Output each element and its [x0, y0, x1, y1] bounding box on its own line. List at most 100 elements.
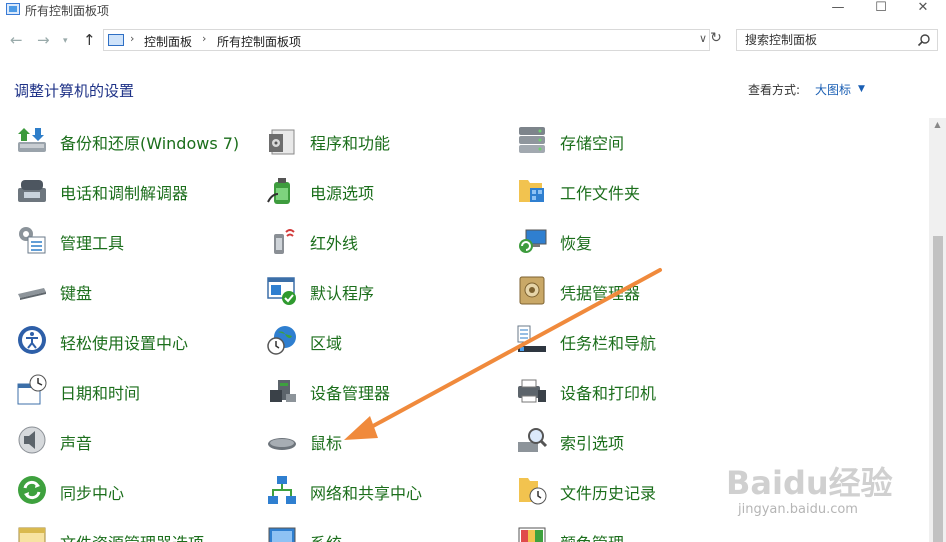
- item-date-time[interactable]: 日期和时间: [16, 370, 256, 410]
- item-file-history[interactable]: 文件历史记录: [516, 470, 756, 510]
- item-programs-features[interactable]: 程序和功能: [266, 120, 506, 160]
- file-history-icon: [519, 478, 547, 505]
- item-label: 恢复: [560, 234, 593, 253]
- vertical-scrollbar[interactable]: ▲: [929, 118, 946, 542]
- item-indexing-options[interactable]: 索引选项: [516, 420, 756, 460]
- item-color-management[interactable]: 颜色管理: [516, 520, 756, 542]
- item-work-folders[interactable]: 工作文件夹: [516, 170, 756, 210]
- scrollbar-thumb[interactable]: [933, 236, 943, 542]
- date-time-icon: [17, 374, 47, 405]
- sound-icon: [18, 426, 46, 454]
- item-recovery[interactable]: 恢复: [516, 220, 756, 260]
- watermark-logo-text: Baidu经验: [726, 464, 893, 502]
- item-label: 设备管理器: [310, 384, 391, 403]
- caret-down-icon[interactable]: ▼: [858, 84, 865, 94]
- item-label: 设备和打印机: [560, 384, 657, 403]
- address-bar[interactable]: › 控制面板 › 所有控制面板项 ∨: [103, 29, 710, 51]
- item-keyboard[interactable]: 键盘: [16, 270, 256, 310]
- chevron-down-icon[interactable]: ∨: [699, 32, 707, 45]
- credential-manager-icon: [519, 276, 545, 305]
- keyboard-icon: [18, 288, 46, 300]
- ease-of-access-icon: [18, 326, 46, 354]
- item-label: 程序和功能: [310, 134, 391, 153]
- back-arrow-icon[interactable]: ←: [10, 31, 23, 49]
- item-label: 同步中心: [60, 484, 125, 503]
- maximize-button[interactable]: ☐: [861, 0, 901, 20]
- chevron-right-icon[interactable]: ›: [130, 32, 134, 45]
- item-label: 日期和时间: [60, 384, 141, 403]
- recent-dropdown-icon[interactable]: ▾: [63, 36, 68, 46]
- item-device-manager[interactable]: 设备管理器: [266, 370, 506, 410]
- item-network-sharing[interactable]: 网络和共享中心: [266, 470, 506, 510]
- item-label: 颜色管理: [560, 530, 624, 542]
- backup-restore-icon: [18, 128, 46, 152]
- item-ease-of-access[interactable]: 轻松使用设置中心: [16, 320, 256, 360]
- item-sound[interactable]: 声音: [16, 420, 256, 460]
- item-label: 默认程序: [310, 284, 375, 303]
- scroll-up-icon[interactable]: ▲: [929, 120, 946, 129]
- work-folders-icon: [519, 180, 544, 202]
- item-label: 红外线: [310, 234, 359, 253]
- item-explorer-options[interactable]: 文件资源管理器选项: [16, 520, 256, 542]
- refresh-icon[interactable]: ↻: [707, 30, 725, 50]
- watermark-url: jingyan.baidu.com: [738, 502, 858, 517]
- minimize-button[interactable]: —: [818, 0, 858, 20]
- item-power-options[interactable]: 电源选项: [266, 170, 506, 210]
- admin-tools-icon: [19, 227, 46, 254]
- item-system[interactable]: 系统: [266, 520, 506, 542]
- window-title: 所有控制面板项: [25, 4, 110, 18]
- item-taskbar-navigation[interactable]: 任务栏和导航: [516, 320, 756, 360]
- item-label: 存储空间: [560, 134, 625, 153]
- control-panel-icon: [108, 34, 124, 46]
- item-devices-printers[interactable]: 设备和打印机: [516, 370, 756, 410]
- item-mouse[interactable]: 鼠标: [266, 420, 506, 460]
- item-phone-modem[interactable]: 电话和调制解调器: [16, 170, 256, 210]
- explorer-options-icon: [18, 527, 46, 542]
- control-panel-icon: [6, 3, 20, 15]
- item-label: 任务栏和导航: [560, 334, 657, 353]
- item-label: 文件历史记录: [560, 484, 657, 503]
- network-sharing-icon: [268, 476, 296, 504]
- item-credential-manager[interactable]: 凭据管理器: [516, 270, 756, 310]
- navigation-bar: ← → ▾ ↑ › 控制面板 › 所有控制面板项 ∨ ↻: [0, 28, 946, 54]
- breadcrumb-control-panel[interactable]: 控制面板: [144, 33, 192, 50]
- item-default-programs[interactable]: 默认程序: [266, 270, 506, 310]
- search-input[interactable]: [737, 30, 915, 50]
- item-label: 电话和调制解调器: [60, 184, 189, 203]
- breadcrumb-all-items[interactable]: 所有控制面板项: [217, 33, 301, 50]
- system-icon: [268, 527, 296, 542]
- infrared-icon: [274, 229, 295, 254]
- search-icon[interactable]: [917, 33, 931, 47]
- item-sync-center[interactable]: 同步中心: [16, 470, 256, 510]
- default-programs-icon: [267, 277, 296, 305]
- phone-modem-icon: [18, 180, 46, 202]
- item-label: 系统: [310, 530, 342, 542]
- search-box[interactable]: [736, 29, 938, 51]
- indexing-options-icon: [518, 428, 548, 452]
- chevron-right-icon[interactable]: ›: [202, 32, 206, 45]
- page-title: 调整计算机的设置: [14, 82, 135, 100]
- item-admin-tools[interactable]: 管理工具: [16, 220, 256, 260]
- baidu-watermark: Baidu经验 jingyan.baidu.com: [726, 458, 926, 528]
- mouse-icon: [268, 438, 296, 450]
- item-label: 工作文件夹: [560, 184, 641, 203]
- item-label: 区域: [310, 334, 343, 353]
- item-label: 电源选项: [310, 184, 375, 203]
- forward-arrow-icon[interactable]: →: [37, 31, 50, 49]
- devices-printers-icon: [518, 379, 546, 403]
- title-bar: 所有控制面板项 — ☐ ✕: [0, 0, 946, 20]
- taskbar-navigation-icon: [517, 325, 546, 352]
- close-button[interactable]: ✕: [903, 0, 943, 20]
- programs-features-icon: [269, 129, 295, 155]
- sync-center-icon: [18, 476, 46, 504]
- item-infrared[interactable]: 红外线: [266, 220, 506, 260]
- item-region[interactable]: 区域: [266, 320, 506, 360]
- recovery-icon: [519, 229, 547, 253]
- view-by-dropdown[interactable]: 大图标: [815, 81, 851, 98]
- item-backup-restore[interactable]: 备份和还原(Windows 7): [16, 120, 256, 160]
- item-label: 鼠标: [310, 434, 343, 453]
- item-label: 备份和还原(Windows 7): [60, 134, 240, 153]
- item-label: 轻松使用设置中心: [60, 334, 189, 353]
- up-arrow-icon[interactable]: ↑: [83, 31, 96, 49]
- item-storage-spaces[interactable]: 存储空间: [516, 120, 756, 160]
